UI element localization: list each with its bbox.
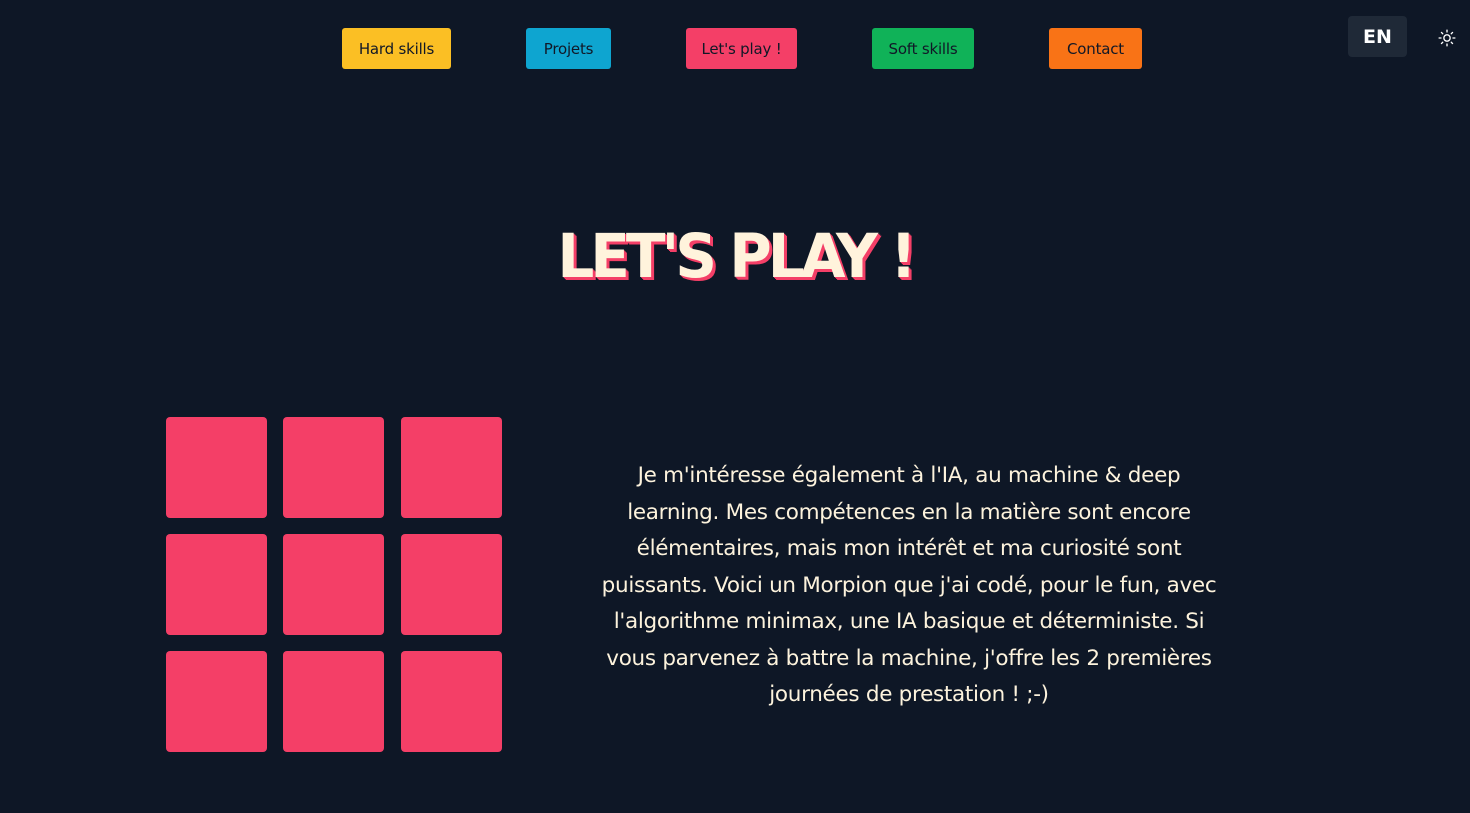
board-cell-1[interactable] (166, 417, 267, 518)
language-toggle-button[interactable]: EN (1348, 16, 1407, 57)
nav-soft-skills-button[interactable]: Soft skills (872, 28, 974, 69)
board-cell-9[interactable] (401, 651, 502, 752)
board-cell-4[interactable] (166, 534, 267, 635)
board-cell-7[interactable] (166, 651, 267, 752)
tic-tac-toe-board (166, 417, 502, 752)
board-cell-2[interactable] (283, 417, 384, 518)
board-cell-8[interactable] (283, 651, 384, 752)
nav-contact-button[interactable]: Contact (1049, 28, 1142, 69)
nav-lets-play-button[interactable]: Let's play ! (686, 28, 797, 69)
theme-toggle-button[interactable] (1435, 26, 1459, 50)
page: Hard skills Projets Let's play ! Soft sk… (0, 0, 1470, 813)
board-cell-5[interactable] (283, 534, 384, 635)
board-cell-6[interactable] (401, 534, 502, 635)
sun-icon (1438, 29, 1456, 47)
game-description: Je m'intéresse également à l'IA, au mach… (601, 463, 1217, 707)
nav-hard-skills-button[interactable]: Hard skills (342, 28, 451, 69)
page-title: LET'S PLAY ! (557, 220, 916, 292)
nav-projets-button[interactable]: Projets (526, 28, 611, 69)
board-cell-3[interactable] (401, 417, 502, 518)
